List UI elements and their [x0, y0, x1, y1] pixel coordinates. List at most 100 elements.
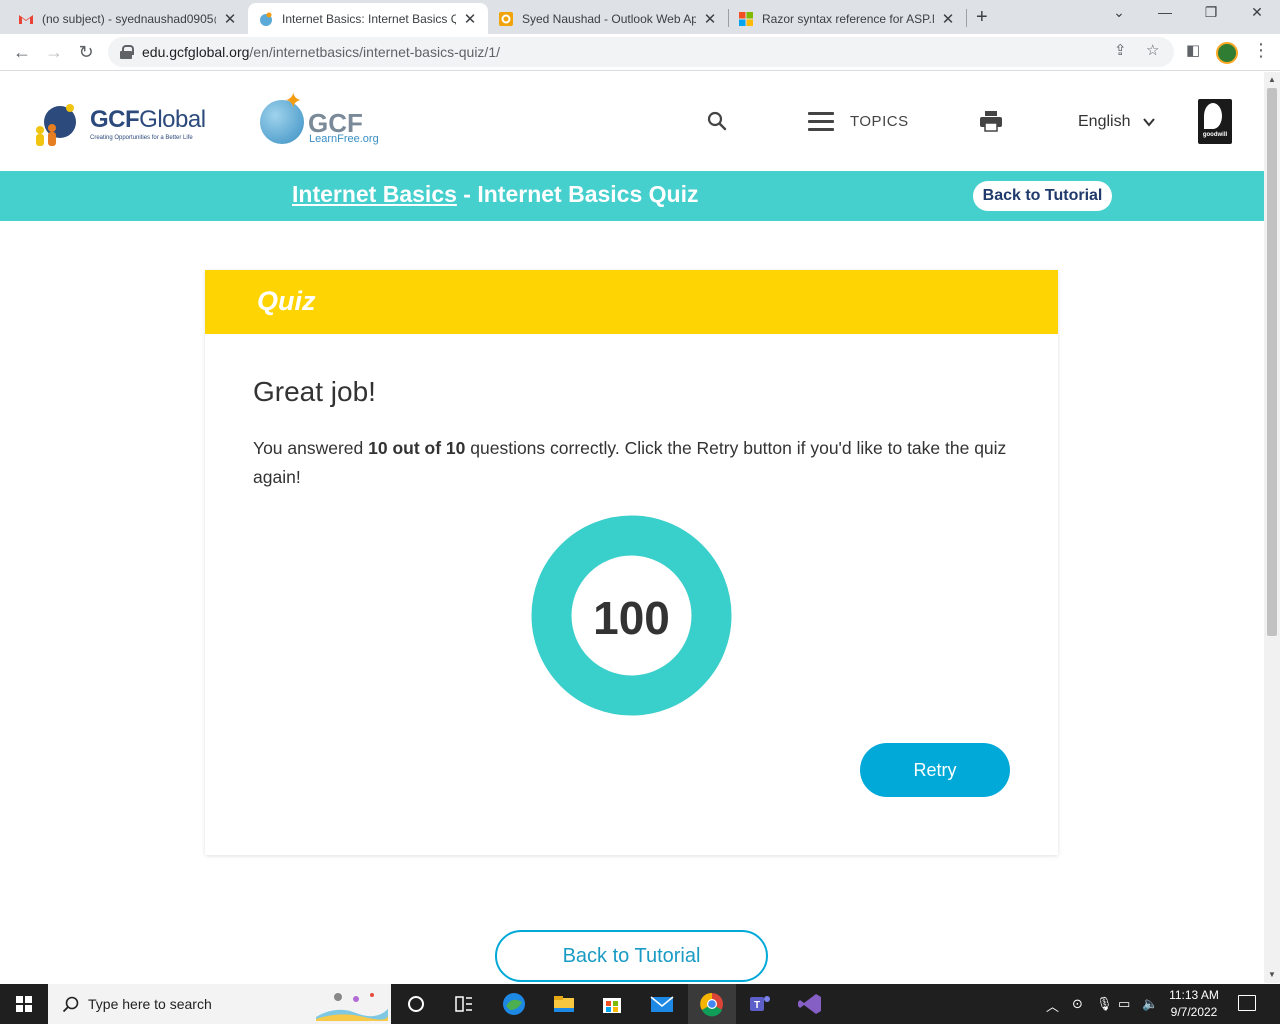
tab-title: Syed Naushad - Outlook Web Ap: [522, 11, 696, 26]
page-title: Internet Basics Quiz: [477, 181, 699, 207]
retry-button[interactable]: Retry: [860, 743, 1010, 797]
close-window-icon[interactable]: ✕: [1242, 4, 1272, 21]
bookmark-star-icon[interactable]: ☆: [1146, 41, 1159, 59]
browser-toolbar: ← → ↻ edu.gcfglobal.org/en/internetbasic…: [0, 34, 1280, 71]
taskbar-search-placeholder: Type here to search: [88, 996, 212, 1012]
network-icon[interactable]: ▭: [1118, 996, 1130, 1012]
tab-gmail[interactable]: (no subject) - syednaushad0905@ ✕: [8, 3, 248, 34]
volume-icon[interactable]: 🔈: [1142, 996, 1158, 1012]
gcfglobal-logo[interactable]: GCFGlobal Creating Opportunities for a B…: [30, 98, 220, 150]
star-icon: ✦: [284, 88, 303, 113]
chrome-icon[interactable]: [698, 990, 726, 1018]
gcfglobal-wordmark: GCFGlobal: [90, 106, 206, 134]
result-score-text: 10 out of 10: [368, 438, 466, 458]
topics-menu-label[interactable]: TOPICS: [850, 113, 909, 130]
gmail-icon: [19, 14, 33, 24]
show-hidden-icons-chevron-icon[interactable]: ︿: [1046, 996, 1059, 1015]
quiz-heading: Quiz: [257, 286, 316, 316]
chrome-menu-icon[interactable]: ⋮: [1252, 40, 1270, 61]
learnfree-subtext: LearnFree.org: [309, 133, 379, 145]
course-link[interactable]: Internet Basics: [292, 181, 457, 207]
browser-tab-strip: (no subject) - syednaushad0905@ ✕ Intern…: [0, 0, 1280, 34]
taskbar-search-box[interactable]: Type here to search: [48, 984, 391, 1024]
edge-icon[interactable]: [500, 990, 528, 1018]
tab-razor[interactable]: Razor syntax reference for ASP.N ✕: [728, 3, 966, 34]
chevron-down-icon[interactable]: [1142, 115, 1156, 129]
profile-avatar[interactable]: [1216, 42, 1238, 64]
url-host: edu.gcfglobal.org: [142, 44, 250, 60]
side-panel-icon[interactable]: ◧: [1186, 41, 1200, 59]
clock-time: 11:13 AM: [1169, 988, 1219, 1002]
tab-title: Internet Basics: Internet Basics Qu: [282, 11, 456, 26]
reload-icon[interactable]: ↻: [74, 40, 98, 64]
notification-center-icon[interactable]: [1238, 995, 1256, 1011]
scroll-down-arrow-icon[interactable]: ▼: [1268, 970, 1276, 979]
address-bar[interactable]: edu.gcfglobal.org/en/internetbasics/inte…: [108, 37, 1174, 67]
clock-date: 9/7/2022: [1170, 1005, 1218, 1019]
back-arrow-icon[interactable]: ←: [10, 40, 34, 64]
wordmark-light: Global: [139, 106, 206, 133]
goodwill-g-icon: [1204, 103, 1222, 129]
minimize-icon[interactable]: —: [1150, 4, 1180, 20]
learnfree-logo[interactable]: ✦ GCF LearnFree.org: [258, 88, 398, 148]
back-to-tutorial-button[interactable]: Back to Tutorial: [973, 181, 1112, 211]
search-highlight-art-icon: [316, 993, 388, 1021]
print-icon[interactable]: [979, 110, 1003, 132]
search-icon[interactable]: [706, 110, 728, 132]
quiz-card-header: Quiz: [205, 270, 1058, 334]
url-path: /en/internetbasics/internet-basics-quiz/…: [249, 44, 500, 60]
windows-taskbar: Type here to search T ︿ ⊙ 🎙 ▭ 🔈 11:13 AM…: [0, 984, 1280, 1024]
file-explorer-icon[interactable]: [550, 990, 578, 1018]
gcfglobal-tagline: Creating Opportunities for a Better Life: [90, 135, 193, 141]
windows-start-icon[interactable]: [16, 996, 32, 1012]
goodwill-label: goodwill: [1202, 132, 1228, 138]
tab-close-icon[interactable]: ✕: [222, 10, 238, 28]
tab-close-icon[interactable]: ✕: [940, 10, 956, 28]
visual-studio-icon[interactable]: [796, 990, 824, 1018]
breadcrumb-bar: Internet Basics - Internet Basics Quiz B…: [0, 171, 1264, 221]
forward-arrow-icon[interactable]: →: [42, 40, 66, 64]
outlook-icon: [499, 11, 513, 26]
teams-icon[interactable]: T: [746, 990, 774, 1018]
page-scrollbar[interactable]: ▲ ▼: [1264, 72, 1280, 983]
microsoft-icon: [739, 11, 753, 26]
tab-title: (no subject) - syednaushad0905@: [42, 11, 216, 26]
lock-icon: [120, 45, 134, 59]
page-viewport: GCFGlobal Creating Opportunities for a B…: [0, 72, 1264, 983]
score-donut: 100: [531, 515, 732, 716]
tab-title: Razor syntax reference for ASP.N: [762, 11, 934, 26]
taskbar-clock[interactable]: 11:13 AM 9/7/2022: [1164, 987, 1224, 1021]
tab-close-icon[interactable]: ✕: [702, 10, 718, 28]
tab-internet-basics[interactable]: Internet Basics: Internet Basics Qu ✕: [248, 3, 488, 34]
restore-icon[interactable]: ❐: [1196, 4, 1226, 21]
breadcrumb: Internet Basics - Internet Basics Quiz: [292, 181, 698, 208]
task-view-icon[interactable]: [450, 990, 478, 1018]
language-selector[interactable]: English: [1078, 113, 1130, 131]
scroll-up-arrow-icon[interactable]: ▲: [1268, 75, 1276, 84]
new-tab-plus-icon[interactable]: +: [976, 6, 988, 29]
quiz-result-card: Quiz Great job! You answered 10 out of 1…: [205, 270, 1058, 855]
svg-text:T: T: [754, 1000, 760, 1011]
mail-icon[interactable]: [648, 990, 676, 1018]
breadcrumb-separator: -: [456, 181, 478, 207]
result-prefix: You answered: [253, 438, 369, 458]
microsoft-store-icon[interactable]: [598, 990, 626, 1018]
wordmark-bold: GCF: [90, 106, 140, 133]
cortana-icon[interactable]: [402, 990, 430, 1018]
microphone-icon[interactable]: 🎙: [1096, 996, 1113, 1012]
bottom-back-to-tutorial-button[interactable]: Back to Tutorial: [495, 930, 768, 982]
scrollbar-thumb[interactable]: [1267, 88, 1277, 636]
site-header: GCFGlobal Creating Opportunities for a B…: [0, 72, 1264, 171]
tab-search-chevron-icon[interactable]: ⌄: [1104, 4, 1134, 21]
gcf-people-logo-icon: [36, 104, 76, 146]
result-title: Great job!: [253, 376, 376, 407]
tab-outlook[interactable]: Syed Naushad - Outlook Web Ap ✕: [488, 3, 728, 34]
search-icon: [62, 996, 79, 1013]
tab-close-icon[interactable]: ✕: [462, 10, 478, 28]
share-icon[interactable]: ⇪: [1114, 41, 1127, 59]
gcf-globe-icon: [260, 12, 272, 26]
hamburger-menu-icon[interactable]: [808, 112, 834, 132]
goodwill-logo[interactable]: goodwill: [1198, 99, 1232, 144]
location-icon[interactable]: ⊙: [1072, 996, 1083, 1012]
score-value: 100: [593, 592, 670, 644]
